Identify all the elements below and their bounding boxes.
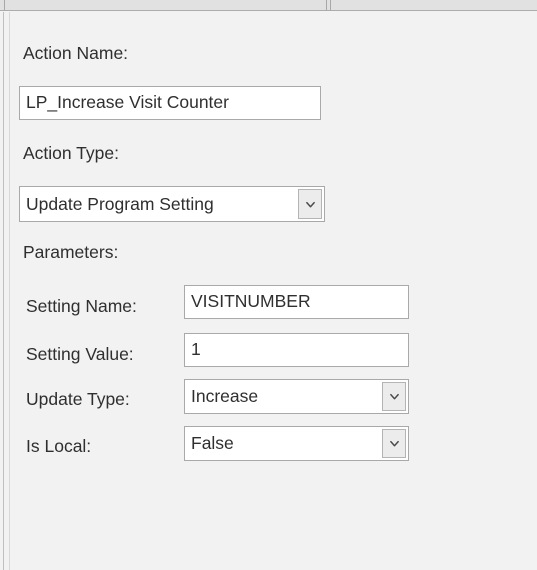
parameters-label: Parameters:	[23, 242, 119, 262]
action-type-label: Action Type:	[23, 143, 119, 163]
chevron-down-icon	[305, 201, 315, 207]
setting-value-label: Setting Value:	[26, 344, 134, 364]
action-editor-panel: Action Name: LP_Increase Visit Counter A…	[0, 0, 537, 570]
is-local-selected-value: False	[191, 433, 234, 453]
is-local-dropdown-button[interactable]	[382, 429, 406, 458]
action-name-input[interactable]: LP_Increase Visit Counter	[19, 86, 321, 120]
setting-value-input[interactable]: 1	[184, 333, 409, 367]
tab-divider-left	[4, 0, 5, 11]
action-name-label: Action Name:	[23, 43, 129, 63]
setting-name-label: Setting Name:	[26, 296, 137, 316]
chevron-down-icon	[389, 440, 399, 447]
action-type-select[interactable]: Update Program Setting	[19, 186, 325, 222]
panel-inner-edge	[9, 12, 10, 570]
setting-name-input[interactable]: VISITNUMBER	[184, 285, 409, 319]
is-local-label: Is Local:	[26, 436, 92, 456]
is-local-select[interactable]: False	[184, 426, 409, 461]
action-type-dropdown-button[interactable]	[298, 189, 322, 219]
tab-divider-middle	[326, 0, 327, 11]
update-type-dropdown-button[interactable]	[382, 382, 406, 411]
update-type-selected-value: Increase	[191, 386, 259, 406]
update-type-select[interactable]: Increase	[184, 379, 409, 414]
action-type-selected-value: Update Program Setting	[26, 193, 214, 214]
tab-strip	[0, 0, 537, 11]
chevron-down-icon	[389, 393, 399, 400]
tab-divider-right	[330, 0, 331, 11]
update-type-label: Update Type:	[26, 389, 130, 409]
form-panel: Action Name: LP_Increase Visit Counter A…	[3, 12, 537, 570]
